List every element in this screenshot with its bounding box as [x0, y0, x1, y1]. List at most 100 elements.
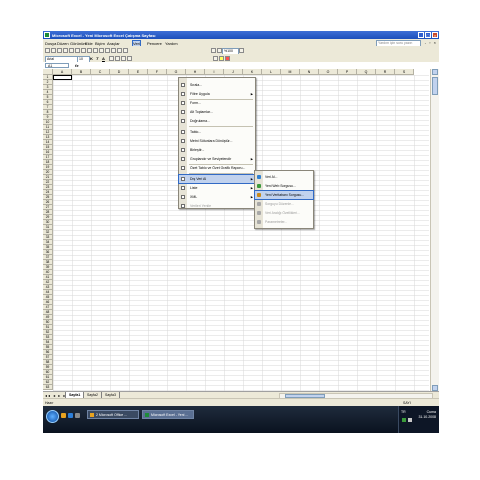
veri-menu-item-10[interactable]: Dış Veri Al ▶ — [178, 174, 256, 184]
vertical-scroll-thumb[interactable] — [432, 77, 438, 95]
row-header-63[interactable]: 63 — [43, 385, 53, 390]
menu-item-icon — [181, 186, 185, 190]
close-button[interactable]: × — [432, 32, 438, 38]
veri-menu-item-3[interactable]: Alt Toplamlar... — [179, 108, 255, 116]
veri-menu-item-13[interactable]: Verileri Yenile — [179, 202, 255, 210]
quicklaunch-desktop-icon[interactable] — [75, 413, 80, 418]
open-icon[interactable] — [51, 47, 56, 53]
language-indicator[interactable]: TR — [401, 410, 406, 414]
italic-button[interactable]: T — [96, 56, 98, 61]
menu-veri[interactable]: Veri — [132, 39, 141, 47]
menu-item-icon — [181, 110, 185, 114]
start-button[interactable] — [46, 410, 59, 423]
menu-bicim[interactable]: Biçim — [95, 41, 105, 46]
veri-menu-item-12[interactable]: XML ▶ — [179, 193, 255, 201]
quicklaunch-folder-icon[interactable] — [61, 413, 66, 418]
veri-menu-item-7[interactable]: Birleştir... — [179, 146, 255, 154]
vertical-scrollbar[interactable] — [430, 69, 439, 391]
menu-item-label: Özet Tablo ve Özet Grafik Raporu... — [190, 166, 246, 170]
clock[interactable]: Cuma 31.10.2008 — [418, 410, 436, 420]
align-center-icon[interactable] — [115, 55, 120, 61]
taskbar-button-office[interactable]: 2 Microsoft Office ... — [87, 410, 139, 419]
screen: Microsoft Excel - Yeni Microsoft Excel Ç… — [43, 31, 439, 433]
redo-icon[interactable] — [123, 47, 128, 53]
merge-center-icon[interactable] — [127, 55, 132, 61]
copy-icon[interactable] — [99, 47, 104, 53]
submenu-item-3[interactable]: Sorguyu Düzenle... — [255, 200, 313, 208]
menu-araclar[interactable]: Araçlar — [107, 41, 120, 46]
save-icon[interactable] — [57, 47, 62, 53]
menu-dosya[interactable]: Dosya — [45, 41, 56, 46]
veri-menu-item-6[interactable]: Metni Sütunlara Dönüştür... — [179, 137, 255, 145]
active-cell[interactable] — [53, 75, 72, 80]
taskbar: 2 Microsoft Office ... Microsoft Excel -… — [43, 406, 439, 433]
new-icon[interactable] — [45, 47, 50, 53]
menu-item-icon — [181, 157, 185, 161]
menu-duzen[interactable]: Düzen — [57, 41, 69, 46]
submenu-item-icon — [257, 220, 261, 224]
permission-icon[interactable] — [63, 47, 68, 53]
workbook-window-controls[interactable]: - ▫ × — [425, 40, 437, 45]
system-tray: TR Cuma 31.10.2008 — [398, 406, 439, 433]
borders-icon[interactable] — [213, 55, 218, 61]
bold-button[interactable]: K — [90, 56, 93, 61]
undo-icon[interactable] — [117, 47, 122, 53]
submenu-item-2[interactable]: Yeni Veritabanı Sorgusu... — [254, 190, 314, 200]
title-bar: Microsoft Excel - Yeni Microsoft Excel Ç… — [43, 31, 439, 39]
format-painter-icon[interactable] — [111, 47, 116, 53]
menu-item-icon — [181, 92, 185, 96]
veri-menu-item-2[interactable]: Form... — [179, 99, 255, 107]
veri-menu-item-9[interactable]: Özet Tablo ve Özet Grafik Raporu... — [179, 164, 255, 172]
submenu-item-1[interactable]: Yeni Web Sorgusu... — [255, 182, 313, 190]
submenu-item-0[interactable]: Veri Al... — [255, 173, 313, 181]
menu-item-icon — [181, 139, 185, 143]
align-left-icon[interactable] — [109, 55, 114, 61]
veri-menu-item-11[interactable]: Liste ▶ — [179, 184, 255, 192]
submenu-arrow-icon: ▶ — [250, 92, 253, 96]
taskbar-button-excel[interactable]: Microsoft Excel - Yeni ... — [142, 410, 194, 419]
menu-ekle[interactable]: Ekle — [85, 41, 93, 46]
paste-icon[interactable] — [105, 47, 110, 53]
veri-menu-item-0[interactable]: Sırala... — [179, 81, 255, 89]
fx-label[interactable]: fx — [75, 63, 79, 68]
font-color-icon[interactable] — [225, 55, 230, 61]
menu-pencere[interactable]: Pencere — [147, 41, 162, 46]
spelling-icon[interactable] — [81, 47, 86, 53]
excel-icon — [145, 413, 149, 417]
minimize-button[interactable]: _ — [418, 32, 424, 38]
fill-color-icon[interactable] — [219, 55, 224, 61]
menu-item-label: Tablo... — [190, 130, 202, 134]
menu-item-icon — [181, 101, 185, 105]
submenu-item-icon — [257, 184, 261, 188]
quicklaunch-ie-icon[interactable] — [68, 413, 73, 418]
menu-yardim[interactable]: Yardım — [165, 41, 178, 46]
volume-icon[interactable] — [408, 418, 412, 422]
research-icon[interactable] — [87, 47, 92, 53]
maximize-button[interactable]: □ — [425, 32, 431, 38]
help-icon[interactable] — [239, 47, 244, 53]
submenu-item-5[interactable]: Parametreler... — [255, 218, 313, 226]
veri-menu-item-5[interactable]: Tablo... — [179, 128, 255, 136]
submenu-item-label: Veri Aralığı Özellikleri... — [265, 211, 300, 215]
submenu-item-label: Veri Al... — [265, 175, 278, 179]
cut-icon[interactable] — [93, 47, 98, 53]
submenu-item-label: Parametreler... — [265, 220, 288, 224]
menu-item-label: Dış Veri Al — [190, 177, 207, 181]
chart-wizard-icon[interactable] — [211, 47, 216, 53]
veri-menu-item-4[interactable]: Doğrulama... — [179, 117, 255, 125]
scroll-up-arrow[interactable] — [432, 69, 438, 75]
veri-menu-item-1[interactable]: Filtre Uygula ▶ — [179, 90, 255, 98]
name-box[interactable]: A1 — [45, 63, 69, 68]
menu-item-label: Doğrulama... — [190, 119, 211, 123]
menu-item-icon — [181, 166, 185, 170]
print-icon[interactable] — [69, 47, 74, 53]
align-right-icon[interactable] — [121, 55, 126, 61]
menu-item-icon — [181, 130, 185, 134]
veri-menu-item-8[interactable]: Gruplandır ve Seviyelendir ▶ — [179, 155, 255, 163]
menu-item-icon — [181, 83, 185, 87]
submenu-item-4[interactable]: Veri Aralığı Özellikleri... — [255, 209, 313, 217]
network-icon[interactable] — [402, 418, 406, 422]
menu-item-label: Filtre Uygula — [190, 92, 210, 96]
print-preview-icon[interactable] — [75, 47, 80, 53]
underline-button[interactable]: A — [102, 56, 105, 61]
